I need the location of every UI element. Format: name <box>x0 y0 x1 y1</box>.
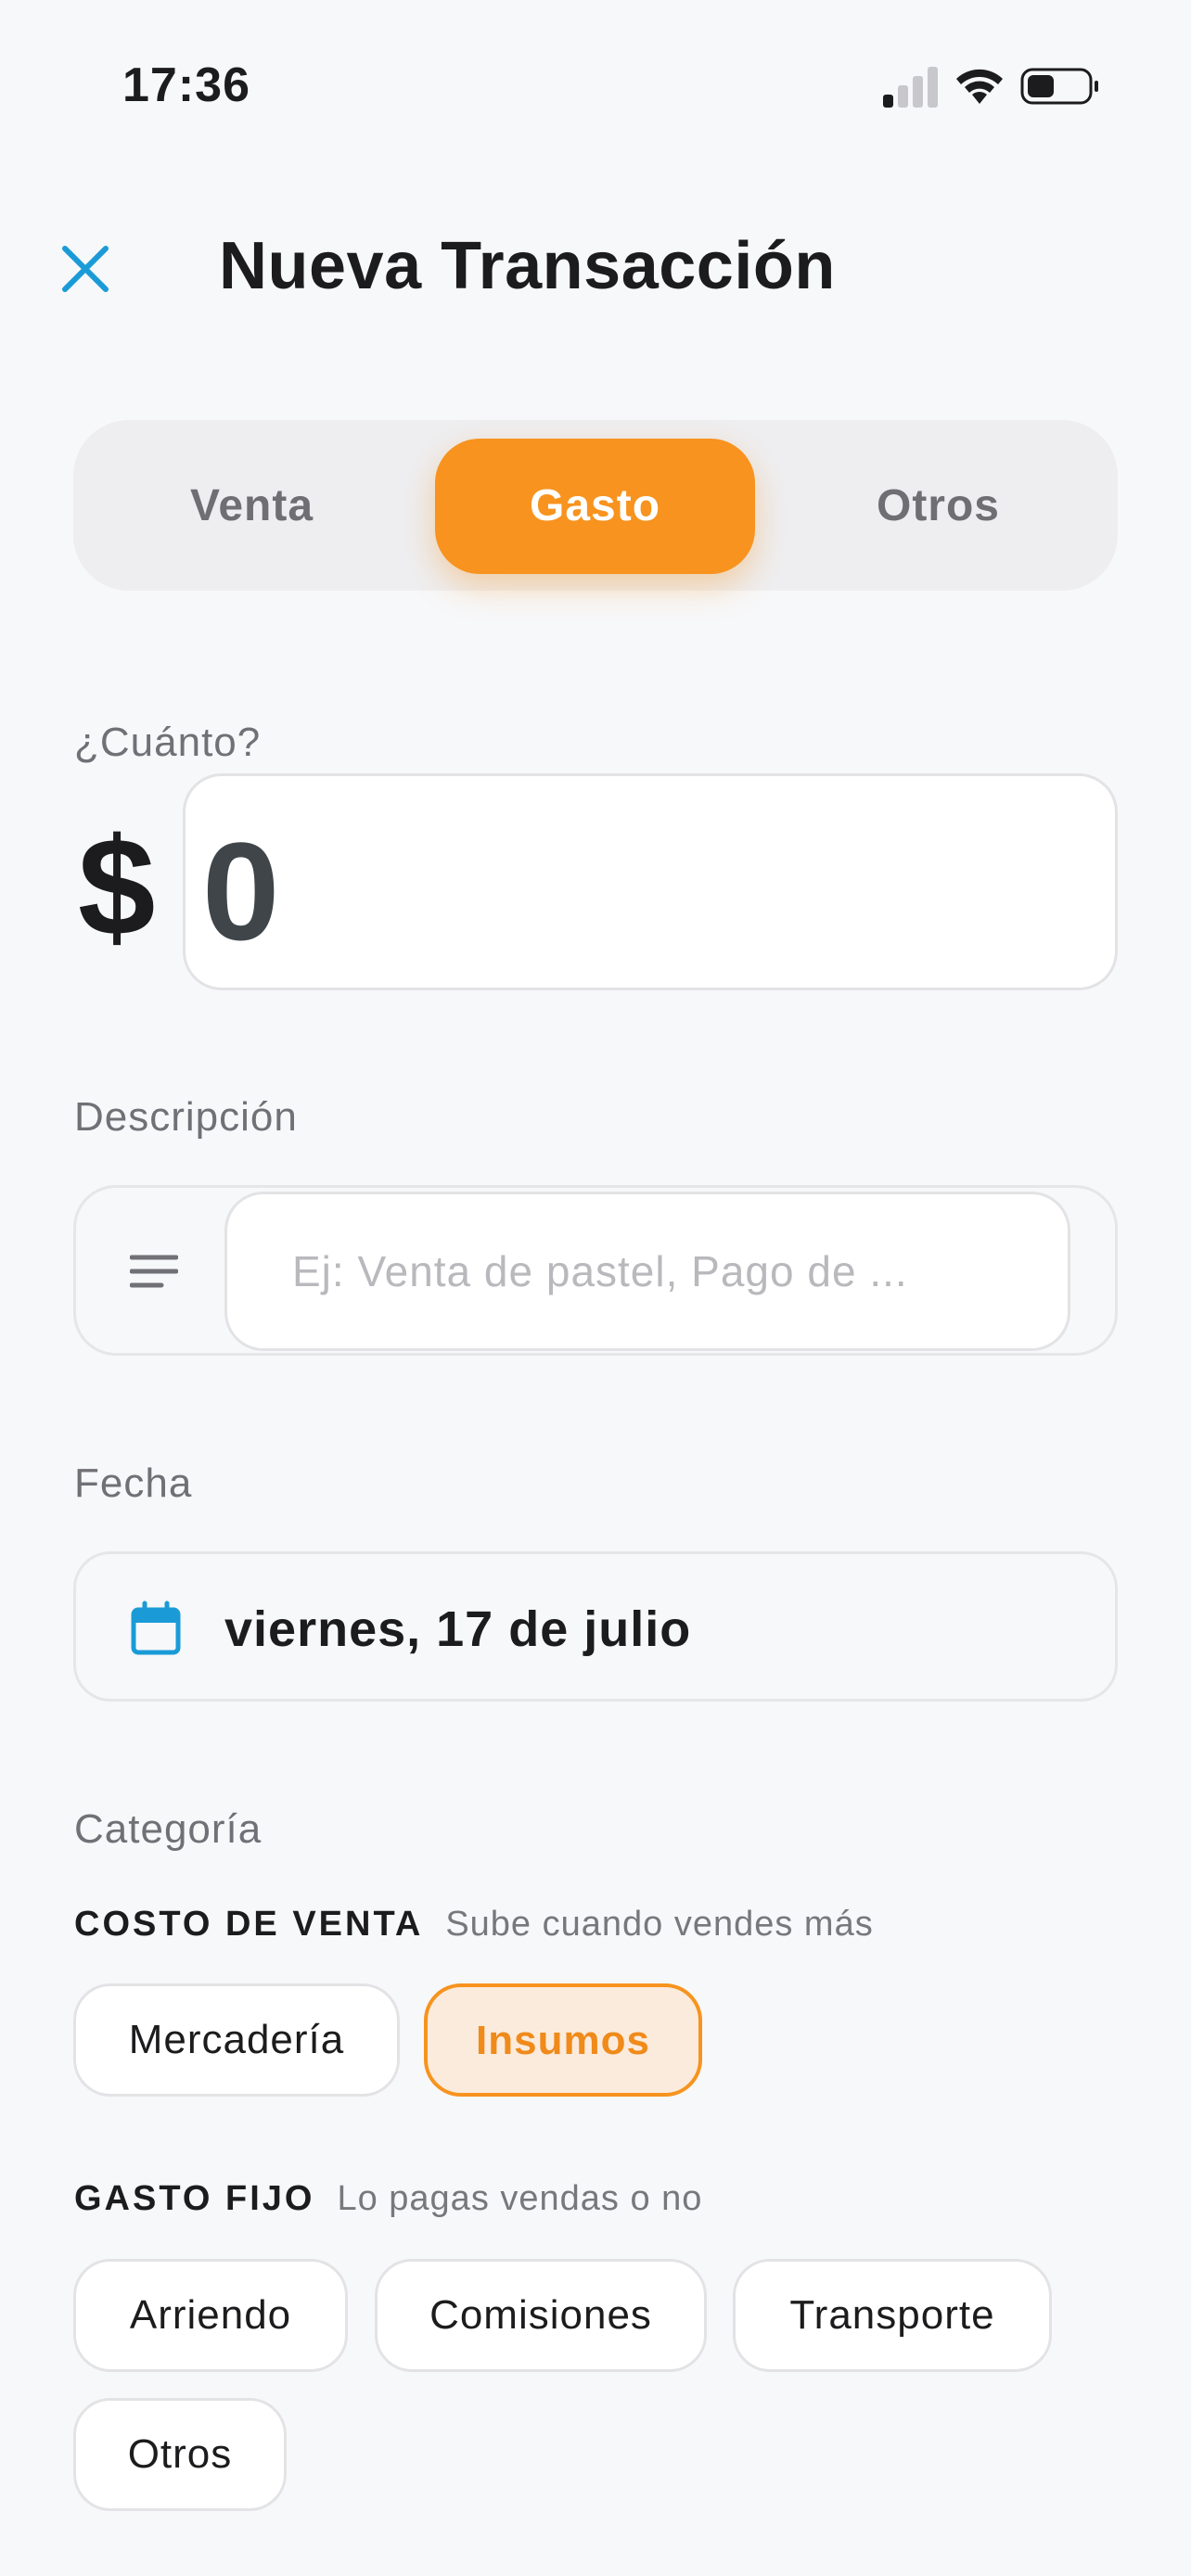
segment-otros[interactable]: Otros <box>778 439 1098 574</box>
amount-input[interactable]: 0 <box>183 773 1118 990</box>
category-label: Categoría <box>74 1806 263 1852</box>
calendar-icon <box>131 1600 181 1655</box>
chip-mercaderia[interactable]: Mercadería <box>73 1983 400 2097</box>
amount-value: 0 <box>202 813 280 969</box>
group-subtitle: Lo pagas vendas o no <box>337 2179 703 2218</box>
chip-otros[interactable]: Otros <box>73 2398 287 2511</box>
chip-arriendo[interactable]: Arriendo <box>73 2259 348 2372</box>
header: Nueva Transacción <box>0 204 1191 325</box>
description-field: Ej: Venta de pastel, Pago de ... <box>73 1185 1118 1356</box>
date-value: viernes, 17 de julio <box>224 1601 692 1657</box>
segment-gasto[interactable]: Gasto <box>435 439 755 574</box>
group-title: COSTO DE VENTA <box>74 1905 424 1944</box>
category-group-gasto-fijo: GASTO FIJO Lo pagas vendas o no <box>74 2179 702 2219</box>
status-time: 17:36 <box>122 58 250 112</box>
description-label: Descripción <box>74 1094 298 1140</box>
page-title: Nueva Transacción <box>219 229 836 303</box>
cellular-signal-icon <box>883 65 941 108</box>
status-bar: 17:36 <box>0 0 1191 176</box>
segment-venta[interactable]: Venta <box>92 439 412 574</box>
group-title: GASTO FIJO <box>74 2179 315 2218</box>
battery-icon <box>1020 68 1098 105</box>
transaction-type-segmented-control: Venta Gasto Otros <box>73 420 1118 591</box>
category-group-costo-de-venta: COSTO DE VENTA Sube cuando vendes más <box>74 1905 874 1945</box>
text-lines-icon <box>130 1255 178 1288</box>
date-label: Fecha <box>74 1460 193 1506</box>
currency-symbol: $ <box>78 809 156 964</box>
chip-transporte[interactable]: Transporte <box>733 2259 1052 2372</box>
chip-insumos[interactable]: Insumos <box>424 1983 702 2097</box>
date-picker[interactable]: viernes, 17 de julio <box>73 1551 1118 1702</box>
amount-label: ¿Cuánto? <box>74 720 262 765</box>
description-input[interactable]: Ej: Venta de pastel, Pago de ... <box>224 1192 1070 1351</box>
chip-comisiones[interactable]: Comisiones <box>375 2259 707 2372</box>
wifi-icon <box>956 69 1003 104</box>
close-icon[interactable] <box>52 236 119 302</box>
group-subtitle: Sube cuando vendes más <box>445 1905 874 1944</box>
